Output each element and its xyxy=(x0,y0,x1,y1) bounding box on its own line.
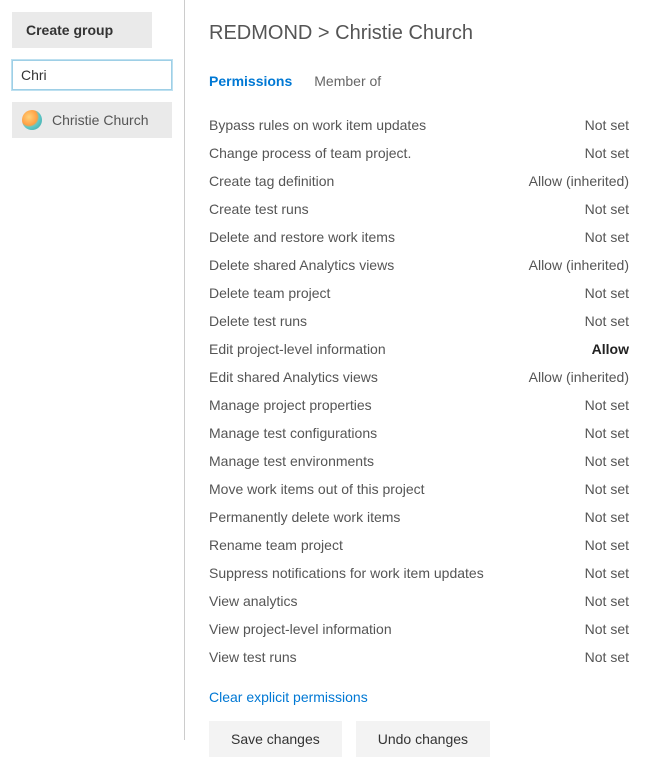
permission-row: Manage project properties Not set xyxy=(209,391,629,419)
permission-label: Delete shared Analytics views xyxy=(209,257,394,273)
permission-label: Edit project-level information xyxy=(209,341,386,357)
permission-value[interactable]: Not set xyxy=(585,509,629,525)
permission-label: Suppress notifications for work item upd… xyxy=(209,565,484,581)
permission-label: Permanently delete work items xyxy=(209,509,400,525)
tabs: Permissions Member of xyxy=(209,73,629,93)
permission-row: Create test runs Not set xyxy=(209,195,629,223)
permission-row: View test runs Not set xyxy=(209,643,629,671)
permission-label: View project-level information xyxy=(209,621,392,637)
permission-label: Bypass rules on work item updates xyxy=(209,117,426,133)
permission-label: Manage test environments xyxy=(209,453,374,469)
permission-row: Bypass rules on work item updates Not set xyxy=(209,111,629,139)
permissions-list: Bypass rules on work item updates Not set… xyxy=(209,111,629,671)
permission-label: Edit shared Analytics views xyxy=(209,369,378,385)
permission-label: View analytics xyxy=(209,593,297,609)
permission-value[interactable]: Not set xyxy=(585,229,629,245)
permission-label: Move work items out of this project xyxy=(209,481,425,497)
permission-row: Edit shared Analytics views Allow (inheri… xyxy=(209,363,629,391)
tab-member-of[interactable]: Member of xyxy=(314,73,381,93)
sidebar: Create group Christie Church xyxy=(0,0,185,740)
permission-value[interactable]: Not set xyxy=(585,425,629,441)
permission-row: Move work items out of this project Not s… xyxy=(209,475,629,503)
permission-row: View project-level information Not set xyxy=(209,615,629,643)
permission-row: Manage test configurations Not set xyxy=(209,419,629,447)
permission-value[interactable]: Not set xyxy=(585,313,629,329)
permission-value[interactable]: Not set xyxy=(585,117,629,133)
permission-label: Change process of team project. xyxy=(209,145,411,161)
breadcrumb: REDMOND > Christie Church xyxy=(209,22,629,45)
permission-value[interactable]: Allow (inherited) xyxy=(529,257,629,273)
permission-row: Delete test runs Not set xyxy=(209,307,629,335)
permission-row: Change process of team project. Not set xyxy=(209,139,629,167)
permission-value[interactable]: Not set xyxy=(585,397,629,413)
create-group-button[interactable]: Create group xyxy=(12,12,152,48)
permission-value[interactable]: Allow xyxy=(592,341,629,357)
permission-value[interactable]: Allow (inherited) xyxy=(529,369,629,385)
permission-label: Delete team project xyxy=(209,285,330,301)
tab-permissions[interactable]: Permissions xyxy=(209,73,292,93)
permission-label: Delete and restore work items xyxy=(209,229,395,245)
permission-value[interactable]: Not set xyxy=(585,145,629,161)
save-button[interactable]: Save changes xyxy=(209,721,342,757)
permission-value[interactable]: Not set xyxy=(585,201,629,217)
identity-label: Christie Church xyxy=(52,112,148,128)
permission-value[interactable]: Not set xyxy=(585,649,629,665)
permission-row: Manage test environments Not set xyxy=(209,447,629,475)
identity-list-item[interactable]: Christie Church xyxy=(12,102,172,138)
permission-value[interactable]: Not set xyxy=(585,285,629,301)
permission-row: Create tag definition Allow (inherited) xyxy=(209,167,629,195)
permission-row: View analytics Not set xyxy=(209,587,629,615)
permission-label: Rename team project xyxy=(209,537,343,553)
permission-label: Delete test runs xyxy=(209,313,307,329)
permission-label: Create test runs xyxy=(209,201,309,217)
permission-label: Manage project properties xyxy=(209,397,372,413)
action-bar: Save changes Undo changes xyxy=(209,721,629,757)
permission-row: Rename team project Not set xyxy=(209,531,629,559)
search-input[interactable] xyxy=(12,60,172,90)
permission-label: View test runs xyxy=(209,649,297,665)
undo-button[interactable]: Undo changes xyxy=(356,721,490,757)
permission-row: Delete shared Analytics views Allow (inhe… xyxy=(209,251,629,279)
permission-row: Suppress notifications for work item upd… xyxy=(209,559,629,587)
permission-value[interactable]: Allow (inherited) xyxy=(529,173,629,189)
permission-label: Manage test configurations xyxy=(209,425,377,441)
permission-value[interactable]: Not set xyxy=(585,593,629,609)
permission-row: Edit project-level information Allow xyxy=(209,335,629,363)
avatar-icon xyxy=(22,110,42,130)
permission-label: Create tag definition xyxy=(209,173,334,189)
permission-value[interactable]: Not set xyxy=(585,453,629,469)
permission-row: Delete team project Not set xyxy=(209,279,629,307)
clear-permissions-link[interactable]: Clear explicit permissions xyxy=(209,689,368,705)
permission-value[interactable]: Not set xyxy=(585,537,629,553)
permission-value[interactable]: Not set xyxy=(585,621,629,637)
permission-row: Delete and restore work items Not set xyxy=(209,223,629,251)
main-content: REDMOND > Christie Church Permissions Me… xyxy=(185,0,649,740)
permission-row: Permanently delete work items Not set xyxy=(209,503,629,531)
permission-value[interactable]: Not set xyxy=(585,565,629,581)
permission-value[interactable]: Not set xyxy=(585,481,629,497)
